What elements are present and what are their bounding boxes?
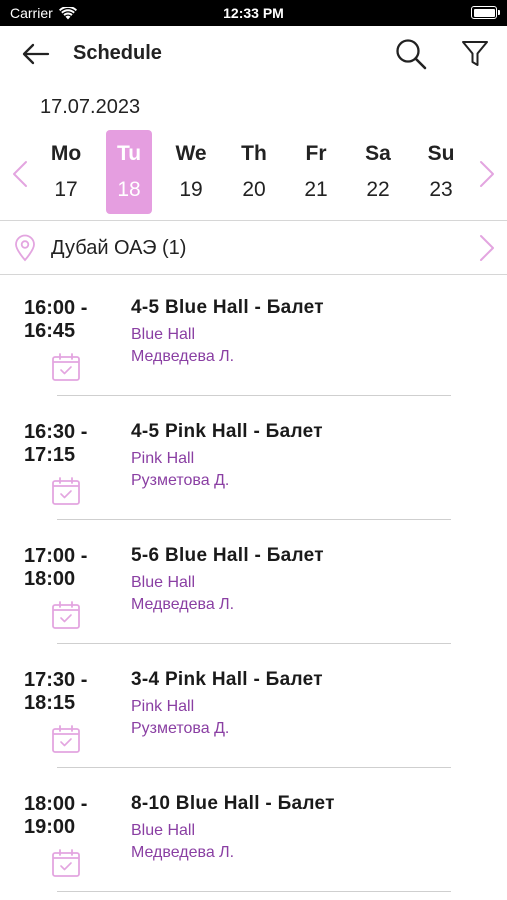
calendar-check-icon[interactable] [51, 724, 81, 754]
teacher-name: Медведева Л. [131, 844, 235, 861]
filter-icon[interactable] [460, 39, 490, 69]
previous-week-chevron-icon[interactable] [11, 160, 29, 188]
day-number: 23 [429, 178, 453, 201]
hall-name: Blue Hall [131, 574, 196, 591]
end-time: 18:00 [24, 568, 76, 590]
end-time: 16:45 [24, 320, 76, 342]
class-name: 4-5 Pink Hall - Балет [131, 421, 323, 442]
page-title: Schedule [73, 42, 162, 64]
location-selector[interactable]: Дубай ОАЭ (1) [0, 222, 507, 274]
day-number: 17 [54, 178, 78, 201]
divider [57, 519, 451, 520]
day-su[interactable]: Su 23 [418, 130, 464, 214]
day-number: 21 [304, 178, 328, 201]
day-sa[interactable]: Sa 22 [355, 130, 401, 214]
divider [57, 395, 451, 396]
divider [57, 643, 451, 644]
teacher-name: Рузметова Д. [131, 472, 230, 489]
search-icon[interactable] [394, 38, 428, 70]
day-name: Fr [305, 142, 327, 165]
divider [0, 220, 507, 221]
list-item[interactable]: 16:30 - 17:15 4-5 Pink Hall - Балет Pink… [0, 404, 507, 528]
divider [57, 767, 451, 768]
day-number: 19 [179, 178, 203, 201]
day-number: 20 [242, 178, 266, 201]
hall-name: Pink Hall [131, 450, 195, 467]
location-label: Дубай ОАЭ (1) [51, 237, 187, 259]
navigation-bar: Schedule [0, 26, 507, 82]
next-week-chevron-icon[interactable] [478, 160, 496, 188]
day-fr[interactable]: Fr 21 [293, 130, 339, 214]
end-time: 19:00 [24, 816, 76, 838]
list-item[interactable]: 17:30 - 18:15 3-4 Pink Hall - Балет Pink… [0, 652, 507, 776]
selected-date: 17.07.2023 [40, 96, 141, 118]
hall-name: Blue Hall [131, 326, 196, 343]
class-name: 4-5 Blue Hall - Балет [131, 297, 324, 318]
calendar-check-icon[interactable] [51, 600, 81, 630]
back-arrow-icon[interactable] [20, 42, 50, 66]
list-item[interactable]: 18:00 - 19:00 8-10 Blue Hall - Балет Blu… [0, 776, 507, 900]
class-name: 8-10 Blue Hall - Балет [131, 793, 335, 814]
list-item[interactable]: 16:00 - 16:45 4-5 Blue Hall - Балет Blue… [0, 280, 507, 404]
calendar-check-icon[interactable] [51, 848, 81, 878]
day-name: Mo [50, 142, 82, 165]
status-bar: Carrier 12:33 PM [0, 0, 507, 26]
hall-name: Pink Hall [131, 698, 195, 715]
day-th[interactable]: Th 20 [231, 130, 277, 214]
chevron-right-icon [480, 235, 494, 261]
calendar-check-icon[interactable] [51, 352, 81, 382]
calendar-check-icon[interactable] [51, 476, 81, 506]
day-name: We [175, 142, 207, 165]
start-time: 16:30 - [24, 421, 88, 443]
start-time: 17:30 - [24, 669, 88, 691]
divider [57, 891, 451, 892]
start-time: 18:00 - [24, 793, 88, 815]
day-number: 18 [117, 178, 141, 201]
class-name: 5-6 Blue Hall - Балет [131, 545, 324, 566]
day-tu[interactable]: Tu 18 [106, 130, 152, 214]
day-name: Tu [116, 142, 142, 165]
start-time: 16:00 - [24, 297, 88, 319]
divider [0, 274, 507, 275]
teacher-name: Медведева Л. [131, 348, 235, 365]
teacher-name: Медведева Л. [131, 596, 235, 613]
class-name: 3-4 Pink Hall - Балет [131, 669, 323, 690]
end-time: 17:15 [24, 444, 76, 466]
list-item[interactable]: 17:00 - 18:00 5-6 Blue Hall - Балет Blue… [0, 528, 507, 652]
location-pin-icon [15, 234, 35, 262]
status-time: 12:33 PM [223, 5, 284, 21]
day-number: 22 [366, 178, 390, 201]
day-we[interactable]: We 19 [168, 130, 214, 214]
day-name: Sa [365, 142, 391, 165]
start-time: 17:00 - [24, 545, 88, 567]
day-name: Th [241, 142, 267, 165]
teacher-name: Рузметова Д. [131, 720, 230, 737]
end-time: 18:15 [24, 692, 76, 714]
day-name: Su [427, 142, 455, 165]
battery-icon [471, 6, 500, 19]
week-picker: Mo 17 Tu 18 We 19 Th 20 Fr 21 Sa 22 Su 2… [0, 128, 507, 218]
day-mo[interactable]: Mo 17 [43, 130, 89, 214]
hall-name: Blue Hall [131, 822, 196, 839]
